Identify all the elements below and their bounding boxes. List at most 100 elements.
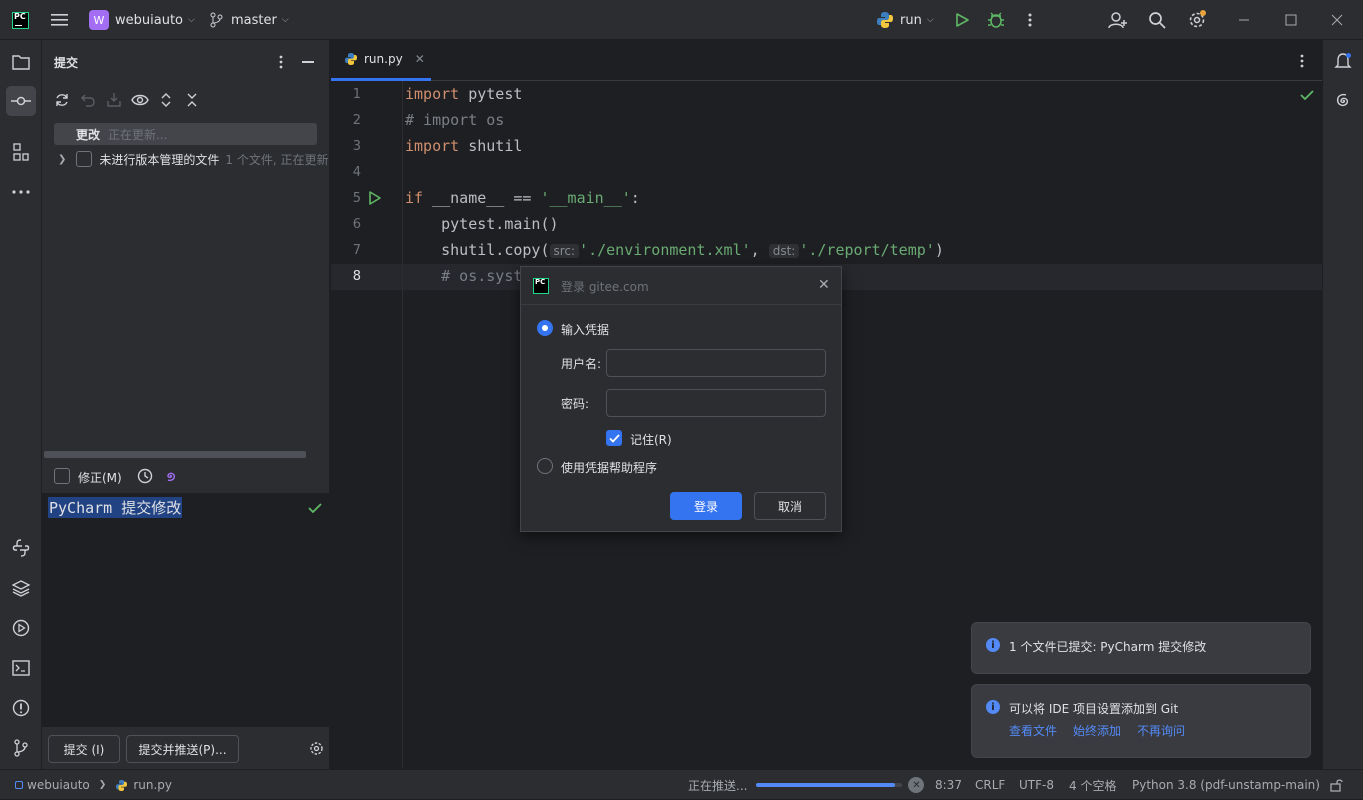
check-icon xyxy=(308,503,322,514)
python-console-icon[interactable] xyxy=(11,538,31,558)
main-menu-icon[interactable] xyxy=(51,0,69,40)
more-actions-icon[interactable] xyxy=(1027,0,1033,40)
close-tab-icon[interactable]: ✕ xyxy=(415,52,425,66)
pycharm-logo: PC xyxy=(12,0,29,40)
line-number: 3 xyxy=(352,139,361,154)
notification-git-settings: i 可以将 IDE 项目设置添加到 Git 查看文件 始终添加 不再询问 xyxy=(971,684,1311,758)
run-config-name: run xyxy=(900,12,922,28)
commit-and-push-button[interactable]: 提交并推送(P)... xyxy=(126,735,239,763)
project-folder-icon[interactable] xyxy=(11,52,31,72)
lock-icon[interactable] xyxy=(1330,770,1344,800)
terminal-icon[interactable] xyxy=(11,658,31,678)
debug-button[interactable] xyxy=(987,0,1005,40)
commit-panel-title: 提交 xyxy=(54,56,79,70)
credentials-radio[interactable] xyxy=(537,320,553,336)
commit-history-clock-icon[interactable] xyxy=(137,468,153,484)
commit-icon xyxy=(11,96,31,106)
horizontal-scrollbar[interactable] xyxy=(44,451,306,458)
commit-options-gear-icon[interactable] xyxy=(309,741,324,756)
dialog-title: 登录 gitee.com xyxy=(561,280,649,294)
expand-all-icon[interactable] xyxy=(160,92,172,108)
settings-gear-icon[interactable] xyxy=(1187,0,1207,40)
branch-selector[interactable]: master ⌵ xyxy=(209,0,289,40)
commit-message-text: PyCharm 提交修改 xyxy=(48,497,183,518)
chevron-down-icon: ⌵ xyxy=(188,15,195,25)
cancel-button[interactable]: 取消 xyxy=(754,492,826,520)
credentials-option-label[interactable]: 输入凭据 xyxy=(561,321,609,338)
commit-message-editor[interactable]: PyCharm 提交修改 xyxy=(42,493,329,727)
hide-panel-icon[interactable] xyxy=(302,61,314,63)
cancel-progress-icon[interactable]: ✕ xyxy=(908,777,925,793)
run-gutter-icon[interactable] xyxy=(368,190,382,206)
maximize-button[interactable] xyxy=(1285,0,1297,40)
structure-icon[interactable] xyxy=(11,142,31,162)
line-number: 4 xyxy=(352,165,361,180)
progress-text: 正在推送... xyxy=(688,778,748,793)
dont-ask-again-link[interactable]: 不再询问 xyxy=(1137,722,1185,739)
minimize-button[interactable] xyxy=(1238,0,1250,40)
caret-position[interactable]: 8:37 xyxy=(935,770,962,800)
layers-icon[interactable] xyxy=(11,578,31,598)
commit-panel: 提交 更改 正在更新... ❯ 未进行版本管理的文件 1 个文件, 正在更新 修… xyxy=(42,40,330,769)
close-window-button[interactable] xyxy=(1331,0,1343,40)
remember-checkbox[interactable] xyxy=(606,430,622,446)
run-button[interactable] xyxy=(954,0,970,40)
code-line-3: import shutil xyxy=(405,137,523,155)
inlay-hint-src: src: xyxy=(549,244,580,258)
shelve-icon[interactable] xyxy=(106,92,122,108)
show-diff-eye-icon[interactable] xyxy=(131,93,149,107)
editor-tabs: run.py ✕ xyxy=(331,40,1322,81)
progress-fill xyxy=(756,783,896,787)
indent-setting[interactable]: 4 个空格 xyxy=(1069,770,1116,800)
chevron-right-icon[interactable]: ❯ xyxy=(58,154,66,165)
line-number: 1 xyxy=(352,87,361,102)
project-square-icon xyxy=(15,781,23,789)
project-selector[interactable]: W webuiauto ⌵ xyxy=(89,0,195,40)
progress-track xyxy=(756,783,903,787)
editor-options-icon[interactable] xyxy=(1299,54,1305,68)
view-files-link[interactable]: 查看文件 xyxy=(1009,722,1057,739)
ai-assistant-spiral-icon[interactable] xyxy=(162,468,178,484)
breadcrumb-project[interactable]: webuiauto xyxy=(27,778,90,792)
changes-group-row[interactable]: 更改 正在更新... xyxy=(54,123,317,145)
problems-icon[interactable] xyxy=(11,698,31,718)
line-number: 6 xyxy=(352,217,361,232)
always-add-link[interactable]: 始终添加 xyxy=(1073,722,1121,739)
chevron-right-icon: ❯ xyxy=(98,780,107,790)
credential-helper-label[interactable]: 使用凭据帮助程序 xyxy=(561,459,657,476)
refresh-icon[interactable] xyxy=(54,92,70,108)
commit-tool-button[interactable] xyxy=(6,86,36,116)
more-tools-icon[interactable] xyxy=(11,182,31,202)
panel-options-icon[interactable] xyxy=(278,55,284,69)
line-separator[interactable]: CRLF xyxy=(975,770,1005,800)
credential-helper-radio[interactable] xyxy=(537,458,553,474)
version-control-icon[interactable] xyxy=(11,738,31,758)
commit-button[interactable]: 提交 (I) xyxy=(48,735,120,763)
run-config-selector[interactable]: run ⌵ xyxy=(876,0,934,40)
unversioned-files-row[interactable]: ❯ 未进行版本管理的文件 1 个文件, 正在更新 xyxy=(54,148,330,170)
tab-run-py[interactable]: run.py ✕ xyxy=(331,40,431,81)
push-progress: 正在推送... ✕ xyxy=(688,770,925,800)
project-name: webuiauto xyxy=(115,12,183,28)
no-problems-check-icon[interactable] xyxy=(1300,89,1314,101)
code-line-8: # os.syst xyxy=(405,267,523,285)
rollback-icon[interactable] xyxy=(80,92,96,108)
unversioned-checkbox[interactable] xyxy=(76,151,93,167)
amend-label[interactable]: 修正(M) xyxy=(78,469,122,486)
remember-label[interactable]: 记住(R) xyxy=(630,431,672,448)
python-interpreter[interactable]: Python 3.8 (pdf-unstamp-main) xyxy=(1132,770,1320,800)
unversioned-label: 未进行版本管理的文件 xyxy=(99,152,220,167)
close-icon[interactable]: ✕ xyxy=(818,277,830,293)
notifications-bell-icon[interactable] xyxy=(1333,51,1353,71)
collapse-all-icon[interactable] xyxy=(186,92,198,108)
services-run-icon[interactable] xyxy=(11,618,31,638)
amend-checkbox[interactable] xyxy=(54,468,70,484)
add-user-icon[interactable] xyxy=(1108,0,1128,40)
login-button[interactable]: 登录 xyxy=(670,492,742,520)
file-encoding[interactable]: UTF-8 xyxy=(1019,770,1054,800)
search-icon[interactable] xyxy=(1148,0,1166,40)
username-field[interactable] xyxy=(606,349,826,377)
ai-assistant-icon[interactable] xyxy=(1333,91,1353,111)
password-field[interactable] xyxy=(606,389,826,417)
breadcrumb-file[interactable]: run.py xyxy=(133,778,172,792)
